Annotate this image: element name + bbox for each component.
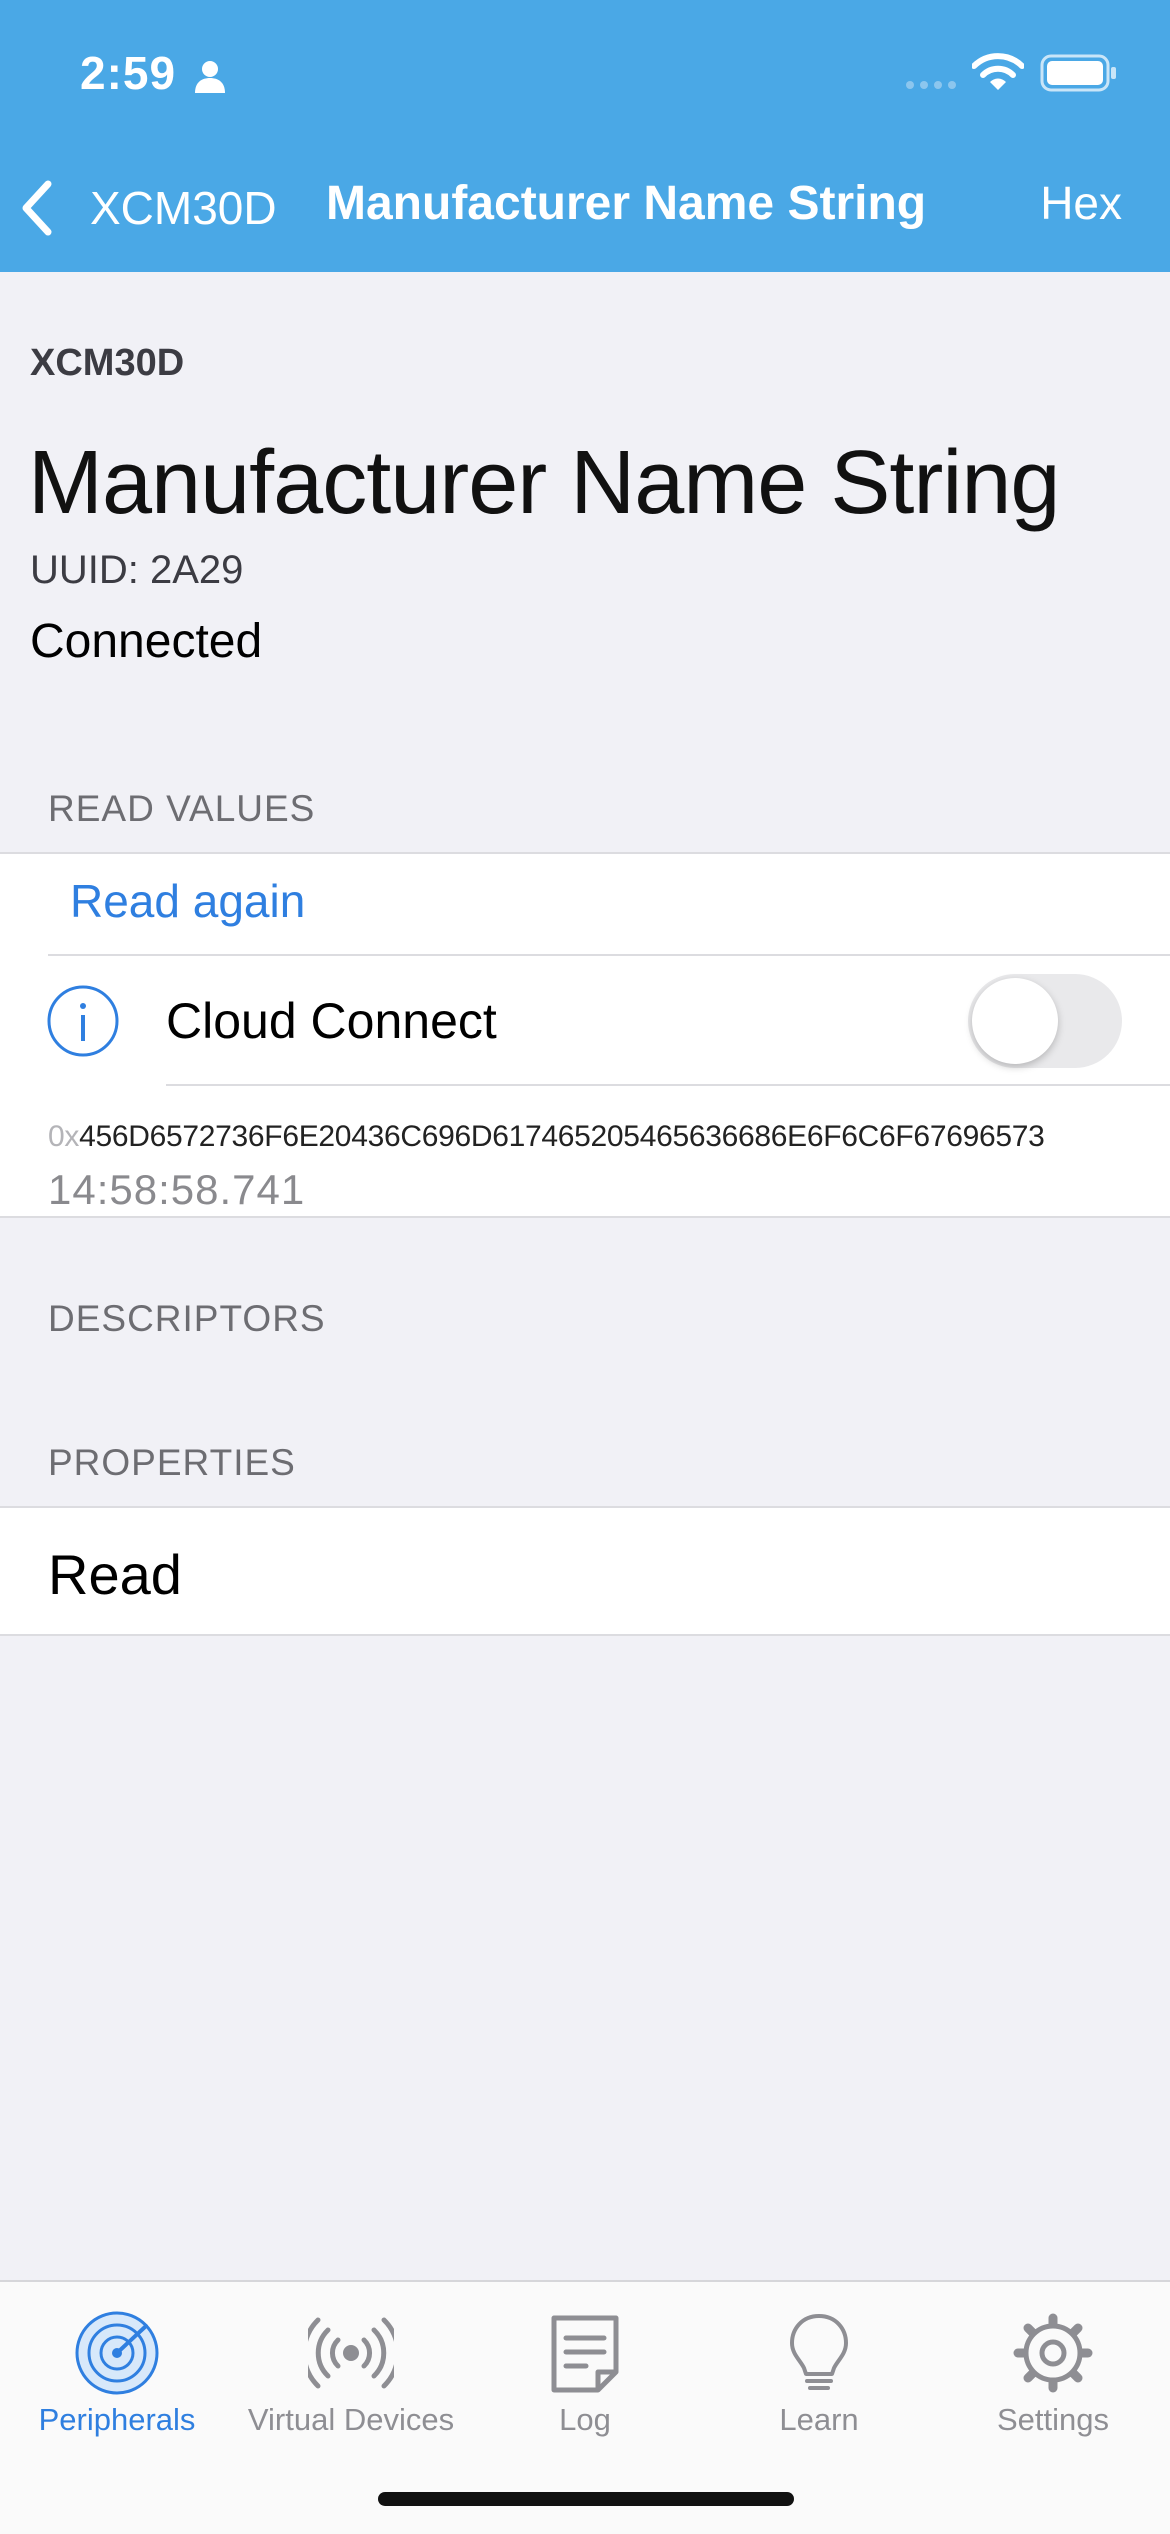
toggle-knob	[972, 978, 1058, 1064]
tab-virtual-devices[interactable]: Virtual Devices	[234, 2296, 468, 2446]
cellular-signal-icon	[906, 81, 956, 89]
tab-label: Log	[559, 2402, 611, 2437]
properties-header: PROPERTIES	[48, 1442, 296, 1483]
characteristic-title: Manufacturer Name String	[28, 433, 1060, 533]
property-item-read: Read	[48, 1543, 182, 1606]
tab-label: Settings	[996, 2402, 1109, 2437]
cloud-connect-toggle[interactable]	[968, 974, 1122, 1068]
lightbulb-icon	[790, 2314, 848, 2390]
divider	[0, 852, 1170, 854]
hex-digits: 456D6572736F6E20436C696D6174652054656366…	[79, 1120, 1045, 1153]
person-icon	[195, 61, 225, 93]
radar-icon	[75, 2311, 159, 2395]
read-again-button[interactable]: Read again	[70, 874, 305, 928]
log-icon	[551, 2315, 619, 2393]
tab-log[interactable]: Log	[468, 2296, 702, 2446]
divider	[166, 1084, 1170, 1086]
cloud-connect-label: Cloud Connect	[166, 993, 497, 1049]
battery-icon	[1040, 54, 1116, 92]
tab-label: Virtual Devices	[247, 2402, 455, 2437]
divider	[48, 954, 1170, 956]
status-time: 2:59	[80, 47, 177, 99]
wifi-icon	[972, 53, 1024, 90]
tab-peripherals[interactable]: Peripherals	[0, 2296, 234, 2446]
divider	[0, 1634, 1170, 1636]
tab-label: Peripherals	[38, 2402, 196, 2437]
tab-settings[interactable]: Settings	[936, 2296, 1170, 2446]
divider	[0, 1506, 1170, 1508]
connection-status: Connected	[30, 615, 263, 668]
read-values-header: READ VALUES	[48, 788, 316, 829]
back-label: XCM30D	[90, 182, 277, 234]
home-indicator[interactable]	[378, 2492, 794, 2506]
divider	[0, 1216, 1170, 1218]
read-timestamp: 14:58:58.741	[48, 1166, 306, 1213]
navigation-bar: 2:59 XCM30D Manufacturer Name String Hex	[0, 0, 1170, 272]
hex-button[interactable]: Hex	[1040, 176, 1122, 230]
uuid-label: UUID: 2A29	[30, 548, 244, 592]
read-value-hex: 0x456D6572736F6E20436C696D61746520546563…	[48, 1120, 1045, 1154]
broadcast-icon	[308, 2317, 394, 2389]
hex-prefix: 0x	[48, 1120, 80, 1153]
descriptors-header: DESCRIPTORS	[48, 1298, 326, 1339]
chevron-left-icon	[22, 180, 52, 236]
nav-title: Manufacturer Name String	[326, 177, 927, 230]
gear-icon	[1013, 2313, 1093, 2393]
back-button[interactable]: XCM30D	[18, 172, 277, 244]
tab-learn[interactable]: Learn	[702, 2296, 936, 2446]
tab-label: Learn	[779, 2402, 859, 2437]
device-name: XCM30D	[30, 342, 185, 384]
info-icon[interactable]	[46, 984, 120, 1058]
